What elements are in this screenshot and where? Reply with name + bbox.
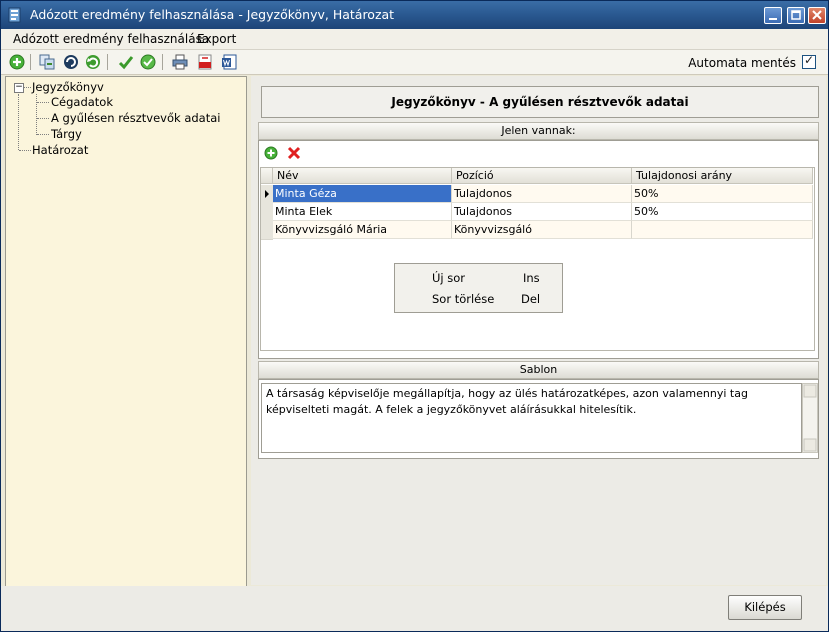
autosave-label: Automata mentés <box>688 56 796 70</box>
maximize-icon <box>791 10 801 20</box>
shortcut-delete-row-key: Del <box>521 292 541 306</box>
pdf-icon[interactable] <box>197 54 213 70</box>
menu-item-export[interactable]: Export <box>197 32 236 46</box>
tree-item-hatarozat[interactable]: Határozat <box>32 143 88 157</box>
autosave-checkbox[interactable] <box>802 53 816 69</box>
navigation-tree: − Jegyzőkönyv Cégadatok A gyűlésen részt… <box>5 76 247 587</box>
window-title: Adózott eredmény felhasználása - Jegyzők… <box>30 7 395 22</box>
table-cell[interactable]: 50% <box>632 203 813 221</box>
check-all-icon[interactable] <box>140 54 156 70</box>
minimize-icon <box>769 18 777 20</box>
exit-button[interactable]: Kilépés <box>728 595 802 620</box>
table-cell[interactable]: Könyvvizsgáló Mária <box>273 221 452 239</box>
toolbar-separator <box>107 54 108 70</box>
app-icon <box>8 7 21 23</box>
toolbar: Automata mentés <box>1 50 828 75</box>
scrollbar-arrows-icon <box>803 384 817 452</box>
tree-item-jegyzokonyv[interactable]: Jegyzőkönyv <box>32 80 104 94</box>
shortcut-new-row-label: Új sor <box>432 271 466 285</box>
shortcut-new-row-key: Ins <box>523 271 540 285</box>
column-header-pozicio[interactable]: Pozíció <box>452 168 632 184</box>
table-cell[interactable]: Minta Elek <box>273 203 452 221</box>
footer-bar <box>1 586 828 631</box>
refresh-icon[interactable] <box>63 54 79 70</box>
menu-bar: Adózott eredmény felhasználása Export <box>1 29 828 50</box>
template-group-title: Sablon <box>258 361 819 379</box>
column-header-nev[interactable]: Név <box>273 168 452 184</box>
table-corner <box>261 168 273 184</box>
page-title: Jegyzőkönyv - A gyűlésen résztvevők adat… <box>261 86 819 118</box>
table-cell[interactable]: Tulajdonos <box>452 185 632 203</box>
delete-row-icon[interactable] <box>287 146 301 160</box>
toolbar-separator <box>162 54 163 70</box>
title-bar: Adózott eredmény felhasználása - Jegyzők… <box>1 1 828 29</box>
check-icon[interactable] <box>118 54 134 70</box>
add-row-icon[interactable] <box>264 146 278 160</box>
row-selector[interactable] <box>261 221 273 240</box>
tree-item-resztvevok[interactable]: A gyűlésen résztvevők adatai <box>51 111 220 125</box>
word-icon[interactable] <box>221 54 237 70</box>
table-cell[interactable]: Könyvvizsgáló <box>452 221 632 239</box>
copy-icon[interactable] <box>39 54 55 70</box>
template-textarea[interactable]: A társaság képviselője megállapítja, hog… <box>261 383 802 453</box>
undo-icon[interactable] <box>85 54 101 70</box>
attendees-group-title: Jelen vannak: <box>258 122 819 140</box>
tree-item-cegadatok[interactable]: Cégadatok <box>51 95 113 109</box>
add-icon[interactable] <box>9 54 25 70</box>
template-scrollbar[interactable] <box>802 383 818 453</box>
shortcut-delete-row-label: Sor törlése <box>432 292 495 306</box>
minimize-button[interactable] <box>764 7 782 24</box>
table-cell[interactable] <box>632 221 813 239</box>
close-icon <box>812 10 822 20</box>
table-cell[interactable]: Minta Géza <box>273 185 452 203</box>
toolbar-separator <box>30 54 31 70</box>
main-window: Adózott eredmény felhasználása - Jegyzők… <box>0 0 829 632</box>
table-cell[interactable]: 50% <box>632 185 813 203</box>
content-pane: Jegyzőkönyv - A gyűlésen résztvevők adat… <box>251 76 826 585</box>
row-selector[interactable] <box>261 185 273 204</box>
row-selector[interactable] <box>261 203 273 222</box>
tree-item-targy[interactable]: Tárgy <box>51 127 82 141</box>
column-header-arany[interactable]: Tulajdonosi arány <box>632 168 813 184</box>
close-button[interactable] <box>808 7 826 24</box>
maximize-button[interactable] <box>787 7 805 24</box>
menu-item-adozott[interactable]: Adózott eredmény felhasználása <box>13 32 209 46</box>
current-row-icon <box>265 190 269 198</box>
print-icon[interactable] <box>172 54 188 70</box>
tree-collapse-icon[interactable]: − <box>14 83 24 93</box>
attendees-table: Név Pozíció Tulajdonosi arány Minta Géza… <box>260 167 815 351</box>
table-cell[interactable]: Tulajdonos <box>452 203 632 221</box>
shortcut-hints: Új sor Ins Sor törlése Del <box>394 263 563 313</box>
